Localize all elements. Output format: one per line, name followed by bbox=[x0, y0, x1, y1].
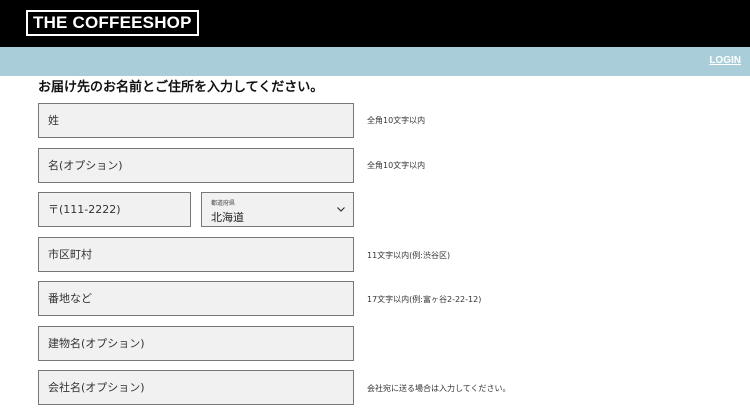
company-input[interactable]: 会社名(オプション) bbox=[38, 370, 354, 405]
chevron-down-icon bbox=[337, 207, 345, 212]
city-input[interactable]: 市区町村 bbox=[38, 237, 354, 272]
sub-header-bar: LOGIN bbox=[0, 47, 750, 76]
first-name-input[interactable]: 名(オプション) bbox=[38, 148, 354, 183]
form-title: お届け先のお名前とご住所を入力してください。 bbox=[38, 80, 324, 95]
address-input[interactable]: 番地など bbox=[38, 281, 354, 316]
city-hint: 11文字以内(例:渋谷区) bbox=[367, 251, 451, 260]
site-logo[interactable]: THE COFFEESHOP bbox=[26, 10, 199, 36]
address-hint: 17文字以内(例:富ヶ谷2-22-12) bbox=[367, 295, 482, 304]
building-input[interactable]: 建物名(オプション) bbox=[38, 326, 354, 361]
first-name-hint: 全角10文字以内 bbox=[367, 161, 426, 170]
prefecture-value: 北海道 bbox=[211, 211, 244, 224]
login-link[interactable]: LOGIN bbox=[709, 55, 741, 66]
top-header: THE COFFEESHOP bbox=[0, 0, 750, 47]
last-name-input[interactable]: 姓 bbox=[38, 103, 354, 138]
company-hint: 会社宛に送る場合は入力してください。 bbox=[367, 384, 511, 393]
postal-code-input[interactable]: 〒(111-2222) bbox=[38, 192, 191, 227]
last-name-hint: 全角10文字以内 bbox=[367, 116, 426, 125]
prefecture-label: 都道府県 bbox=[211, 200, 236, 207]
prefecture-select[interactable]: 都道府県 北海道 bbox=[201, 192, 354, 227]
